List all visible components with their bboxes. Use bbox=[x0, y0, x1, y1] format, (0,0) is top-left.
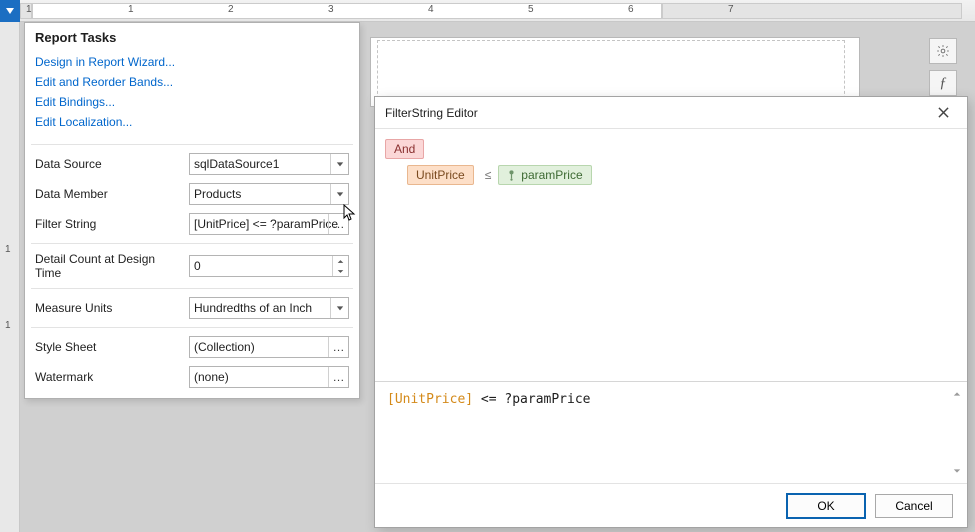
dialog-buttons: OK Cancel bbox=[375, 483, 967, 527]
filter-condition[interactable]: UnitPrice ≤ paramPrice bbox=[407, 165, 957, 185]
ellipsis-button[interactable]: … bbox=[328, 337, 348, 357]
cancel-button[interactable]: Cancel bbox=[875, 494, 953, 518]
ruler-number: 3 bbox=[328, 4, 334, 15]
vertical-ruler: 1 1 bbox=[0, 22, 20, 532]
filter-string-editor-dialog: FilterString Editor And UnitPrice ≤ para… bbox=[374, 96, 968, 528]
label-detail-count: Detail Count at Design Time bbox=[35, 252, 181, 280]
watermark-value: (none) bbox=[194, 370, 229, 384]
link-edit-localization[interactable]: Edit Localization... bbox=[35, 112, 349, 132]
dialog-title: FilterString Editor bbox=[385, 106, 929, 120]
label-data-source: Data Source bbox=[35, 157, 181, 171]
label-style-sheet: Style Sheet bbox=[35, 340, 181, 354]
ellipsis-button[interactable]: … bbox=[328, 214, 348, 234]
properties-button[interactable] bbox=[929, 38, 957, 64]
spin-buttons[interactable] bbox=[332, 256, 348, 276]
dialog-titlebar[interactable]: FilterString Editor bbox=[375, 97, 967, 129]
ok-button[interactable]: OK bbox=[787, 494, 865, 518]
parameter-icon bbox=[507, 169, 516, 181]
filter-string-value: [UnitPrice] <= ?paramPrice bbox=[194, 217, 338, 231]
label-filter-string: Filter String bbox=[35, 217, 181, 231]
expression-field-token: [UnitPrice] bbox=[387, 392, 473, 407]
close-button[interactable] bbox=[929, 101, 957, 125]
scroll-up-icon[interactable] bbox=[951, 388, 963, 400]
expressions-button[interactable]: ƒ bbox=[929, 70, 957, 96]
ruler-number: 4 bbox=[428, 4, 434, 15]
ellipsis-button[interactable]: … bbox=[328, 367, 348, 387]
label-watermark: Watermark bbox=[35, 370, 181, 384]
ruler-number: 6 bbox=[628, 4, 634, 15]
data-source-value: sqlDataSource1 bbox=[194, 157, 279, 171]
fx-icon: ƒ bbox=[939, 75, 947, 92]
expression-text[interactable]: [UnitPrice] <= ?paramPrice bbox=[375, 381, 967, 483]
link-design-wizard[interactable]: Design in Report Wizard... bbox=[35, 52, 349, 72]
link-edit-bindings[interactable]: Edit Bindings... bbox=[35, 92, 349, 112]
ruler-number: 7 bbox=[728, 4, 734, 15]
condition-operator[interactable]: ≤ bbox=[483, 168, 494, 182]
detail-count-value: 0 bbox=[194, 259, 201, 273]
label-data-member: Data Member bbox=[35, 187, 181, 201]
measure-units-dropdown[interactable]: Hundredths of an Inch bbox=[189, 297, 349, 319]
ruler-number: 5 bbox=[528, 4, 534, 15]
style-sheet-editor[interactable]: (Collection) … bbox=[189, 336, 349, 358]
chevron-down-icon bbox=[330, 184, 348, 204]
ruler-scale: 1 1 2 3 4 5 6 7 bbox=[20, 0, 975, 22]
data-source-dropdown[interactable]: sqlDataSource1 bbox=[189, 153, 349, 175]
filter-string-editor[interactable]: [UnitPrice] <= ?paramPrice … bbox=[189, 213, 349, 235]
condition-parameter[interactable]: paramPrice bbox=[498, 165, 591, 185]
chevron-down-icon bbox=[330, 298, 348, 318]
chevron-down-icon bbox=[330, 154, 348, 174]
scroll-down-icon[interactable] bbox=[951, 465, 963, 477]
data-member-value: Products bbox=[194, 187, 241, 201]
text-scrollbar[interactable] bbox=[951, 388, 963, 477]
ruler-number: 1 bbox=[26, 4, 32, 15]
horizontal-ruler: 1 1 2 3 4 5 6 7 bbox=[0, 0, 975, 22]
ruler-smart-tag[interactable] bbox=[0, 0, 20, 22]
ruler-number: 2 bbox=[228, 4, 234, 15]
link-edit-bands[interactable]: Edit and Reorder Bands... bbox=[35, 72, 349, 92]
parameter-name: paramPrice bbox=[521, 168, 582, 182]
style-sheet-value: (Collection) bbox=[194, 340, 255, 354]
filter-tree[interactable]: And UnitPrice ≤ paramPrice bbox=[375, 129, 967, 381]
ruler-number: 1 bbox=[128, 4, 134, 15]
group-operator-and[interactable]: And bbox=[385, 139, 424, 159]
label-measure-units: Measure Units bbox=[35, 301, 181, 315]
measure-units-value: Hundredths of an Inch bbox=[194, 301, 312, 315]
condition-field[interactable]: UnitPrice bbox=[407, 165, 474, 185]
panel-title: Report Tasks bbox=[25, 23, 359, 52]
report-tasks-panel: Report Tasks Design in Report Wizard... … bbox=[24, 22, 360, 399]
watermark-editor[interactable]: (none) … bbox=[189, 366, 349, 388]
detail-count-spinner[interactable]: 0 bbox=[189, 255, 349, 277]
data-member-dropdown[interactable]: Products bbox=[189, 183, 349, 205]
expression-rest: <= ?paramPrice bbox=[473, 392, 590, 407]
